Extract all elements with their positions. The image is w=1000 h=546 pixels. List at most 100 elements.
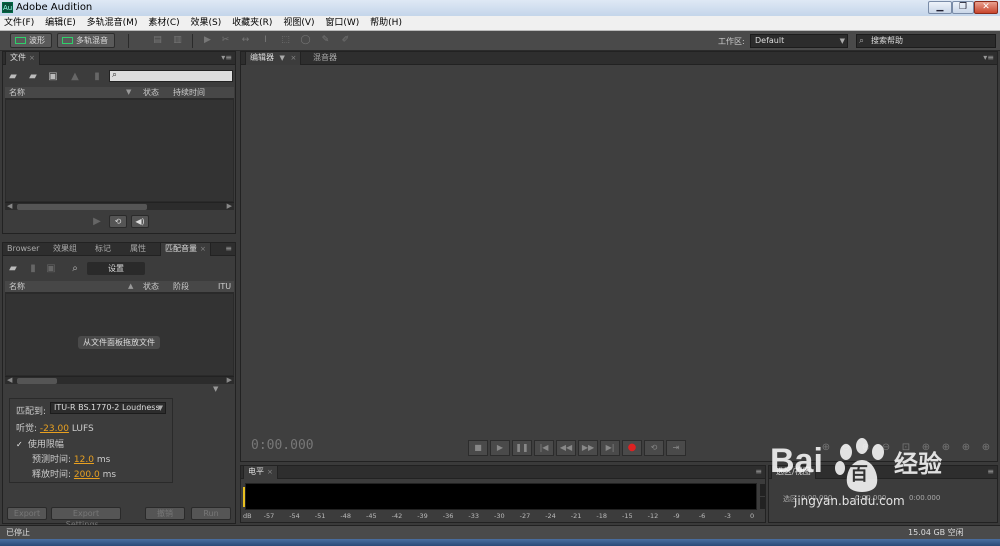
spot-healing-icon[interactable]: ✐ xyxy=(340,35,351,46)
files-hscrollbar[interactable]: ◀ ▶ xyxy=(5,202,234,210)
scroll-left-icon[interactable]: ◀ xyxy=(7,202,12,210)
close-icon[interactable]: × xyxy=(200,245,206,253)
use-limit-checkbox[interactable]: ✓ xyxy=(16,440,25,449)
play-button[interactable]: ▶ xyxy=(490,440,510,456)
slip-tool-icon[interactable]: ↔ xyxy=(240,35,251,46)
duplicate-icon[interactable]: ▣ xyxy=(45,263,57,274)
multitrack-view-button[interactable]: 多轨混音 xyxy=(57,33,115,48)
open-folder-icon[interactable]: ▰ xyxy=(7,71,19,82)
cancel-button[interactable]: 撤销 xyxy=(145,507,185,520)
column-itu[interactable]: ITU xyxy=(218,281,231,292)
scroll-thumb[interactable] xyxy=(17,378,57,384)
menu-view[interactable]: 视图(V) xyxy=(279,16,318,31)
loop-button[interactable]: ⟲ xyxy=(644,440,664,456)
scroll-right-icon[interactable]: ▶ xyxy=(227,376,232,384)
export-settings-button[interactable]: Export Settings... xyxy=(51,507,121,529)
stop-button[interactable]: ■ xyxy=(468,440,488,456)
loop-preview-icon[interactable]: ⟲ xyxy=(109,215,127,228)
fast-forward-button[interactable]: ▶▶ xyxy=(578,440,598,456)
menu-clip[interactable]: 素材(C) xyxy=(144,16,183,31)
tab-match-volume[interactable]: 匹配音量 × xyxy=(160,243,211,256)
panel-menu-icon[interactable]: ▾≡ xyxy=(983,52,994,64)
help-search-input[interactable]: ⌕ 搜索帮助 xyxy=(856,34,996,48)
export-button[interactable]: Export xyxy=(7,507,47,520)
panel-menu-icon[interactable]: ≡ xyxy=(755,466,762,478)
tab-properties[interactable]: 属性 xyxy=(126,243,150,256)
scroll-left-icon[interactable]: ◀ xyxy=(7,376,12,384)
tab-mixer[interactable]: 混音器 xyxy=(309,52,341,65)
workspace-select[interactable]: Default ▼ xyxy=(750,34,848,48)
menu-file[interactable]: 文件(F) xyxy=(0,16,38,31)
menu-edit[interactable]: 编辑(E) xyxy=(41,16,80,31)
scan-icon[interactable]: ⌕ xyxy=(69,263,81,274)
trash-icon[interactable]: ▮ xyxy=(91,71,103,82)
column-name[interactable]: 名称 xyxy=(9,87,25,98)
loudness-row: 听觉: -23.00 LUFS xyxy=(16,421,94,434)
collapse-chevron-icon[interactable]: ▼ xyxy=(213,385,218,393)
insert-icon[interactable]: ▲ xyxy=(69,71,81,82)
column-status[interactable]: 状态 xyxy=(143,281,159,292)
rewind-button[interactable]: ◀◀ xyxy=(556,440,576,456)
play-preview-icon[interactable]: ▶ xyxy=(91,216,103,227)
lasso-tool-icon[interactable]: ◯ xyxy=(300,35,311,46)
autoplay-icon[interactable]: ◀) xyxy=(131,215,149,228)
clip-indicator-right[interactable] xyxy=(760,497,765,509)
menu-help[interactable]: 帮助(H) xyxy=(366,16,406,31)
waveform-canvas[interactable] xyxy=(241,66,997,440)
tab-levels[interactable]: 电平 × xyxy=(243,466,278,479)
menu-favorites[interactable]: 收藏夹(R) xyxy=(228,16,276,31)
tab-files[interactable]: 文件 × xyxy=(5,52,40,65)
add-files-icon[interactable]: ▰ xyxy=(7,263,19,274)
match-hscrollbar[interactable]: ◀ ▶ xyxy=(5,376,234,384)
record-button[interactable]: ● xyxy=(622,440,642,456)
spectral-frequency-icon[interactable]: ▤ xyxy=(152,35,163,46)
tab-effects-rack[interactable]: 效果组 xyxy=(49,243,81,256)
meter-peak-indicator xyxy=(243,487,245,507)
skip-button[interactable]: ⇥ xyxy=(666,440,686,456)
remove-icon[interactable]: ▮ xyxy=(27,263,39,274)
maximize-button[interactable]: ❐ xyxy=(952,1,974,14)
goto-start-button[interactable]: |◀ xyxy=(534,440,554,456)
run-button[interactable]: Run xyxy=(191,507,231,520)
marquee-tool-icon[interactable]: ⬚ xyxy=(280,35,291,46)
razor-tool-icon[interactable]: ✂ xyxy=(220,35,231,46)
waveform-view-button[interactable]: 波形 xyxy=(10,33,52,48)
files-list[interactable] xyxy=(5,99,234,202)
lookahead-value[interactable]: 12.0 xyxy=(74,455,94,465)
pause-button[interactable]: ❚❚ xyxy=(512,440,532,456)
column-duration[interactable]: 持续时间 xyxy=(173,87,205,98)
move-tool-icon[interactable]: ▶ xyxy=(202,35,213,46)
brush-tool-icon[interactable]: ✎ xyxy=(320,35,331,46)
file-search-input[interactable]: ⌕ xyxy=(109,70,233,82)
close-icon[interactable]: × xyxy=(29,54,35,62)
tab-editor[interactable]: 编辑器 ▼ × xyxy=(245,52,302,65)
match-to-select[interactable]: ITU-R BS.1770-2 Loudness ▼ xyxy=(50,402,166,414)
time-selection-tool-icon[interactable]: I xyxy=(260,35,271,46)
column-status[interactable]: 状态 xyxy=(143,87,159,98)
close-icon[interactable]: × xyxy=(267,468,273,476)
panel-menu-icon[interactable]: ▾≡ xyxy=(221,52,232,64)
clip-indicator-left[interactable] xyxy=(760,484,765,496)
tab-browser[interactable]: Browser xyxy=(3,243,43,256)
release-value[interactable]: 200.0 xyxy=(74,470,100,480)
settings-button[interactable]: 设置 xyxy=(87,262,145,275)
new-file-icon[interactable]: ▣ xyxy=(47,71,59,82)
panel-menu-icon[interactable]: ≡ xyxy=(225,243,232,255)
goto-end-button[interactable]: ▶| xyxy=(600,440,620,456)
loudness-value[interactable]: -23.00 xyxy=(40,424,69,434)
spectral-pitch-icon[interactable]: ▥ xyxy=(172,35,183,46)
match-list[interactable]: 从文件面板拖放文件 xyxy=(5,293,234,376)
scroll-thumb[interactable] xyxy=(17,204,147,210)
scroll-right-icon[interactable]: ▶ xyxy=(227,202,232,210)
chevron-down-icon[interactable]: ▼ xyxy=(280,54,285,62)
menu-window[interactable]: 窗口(W) xyxy=(321,16,363,31)
tab-markers[interactable]: 标记 xyxy=(91,243,115,256)
column-stage[interactable]: 阶段 xyxy=(173,281,189,292)
column-name[interactable]: 名称 xyxy=(9,281,25,292)
import-icon[interactable]: ▰ xyxy=(27,71,39,82)
menu-effects[interactable]: 效果(S) xyxy=(187,16,226,31)
close-button[interactable]: ✕ xyxy=(974,1,998,14)
menu-multitrack[interactable]: 多轨混音(M) xyxy=(83,16,142,31)
minimize-button[interactable]: ▁ xyxy=(928,1,952,14)
close-icon[interactable]: × xyxy=(290,54,296,62)
